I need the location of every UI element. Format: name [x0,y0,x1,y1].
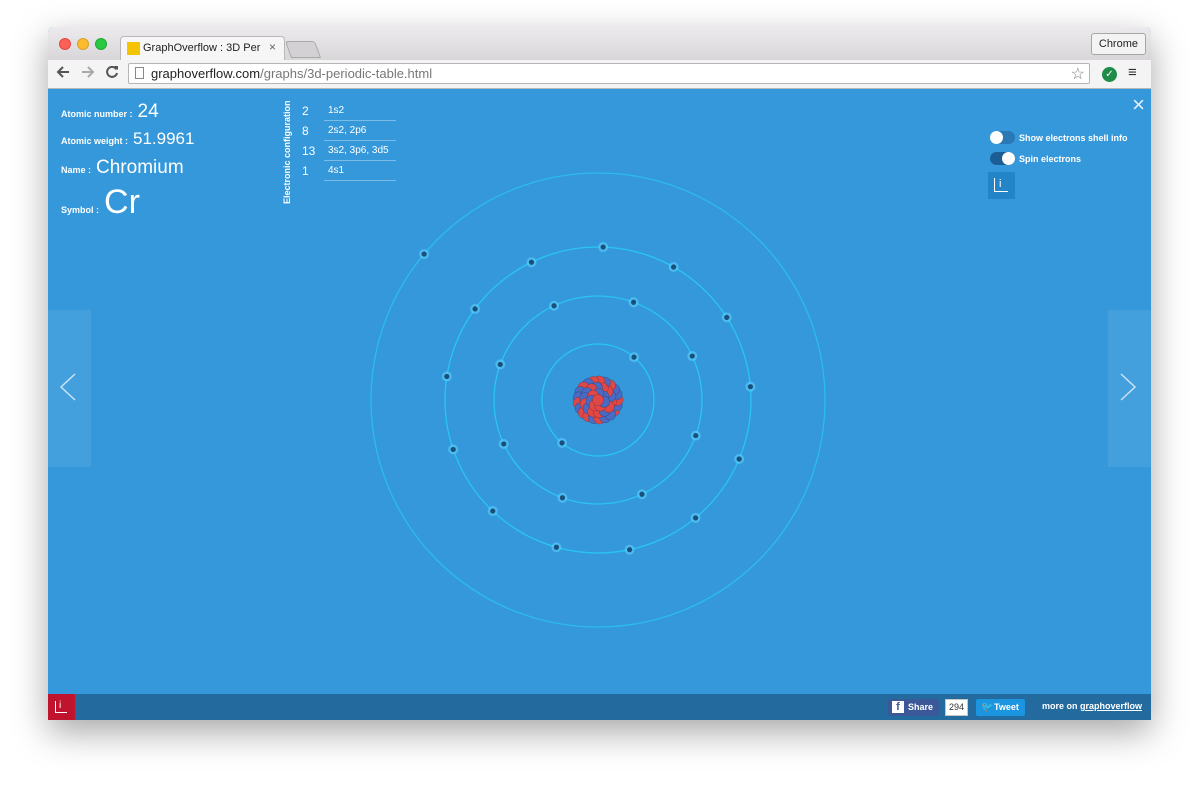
electron [721,312,732,323]
electron [487,506,498,517]
electron [549,300,560,311]
electron [687,351,698,362]
electron [628,297,639,308]
bookmark-star-icon[interactable]: ☆ [1071,64,1085,84]
electron [498,438,509,449]
url-text: graphoverflow.com/graphs/3d-periodic-tab… [151,66,433,81]
browser-tab[interactable]: GraphOverflow : 3D Periodic Table × [120,36,285,60]
page-icon [135,67,144,79]
electron [598,242,609,253]
facebook-share-button[interactable]: f Share [888,699,940,716]
footer-bar: i f Share 294 🐦 Tweet more on graphoverflo… [48,694,1151,720]
new-tab-button[interactable] [284,41,322,58]
tweet-label: Tweet [994,702,1019,712]
share-count: 294 [945,699,969,716]
tab-title: GraphOverflow : 3D Periodic Table [143,42,261,54]
favicon-icon [127,42,140,55]
electron [551,542,562,553]
electron [441,371,452,382]
electron [636,489,647,500]
electron [419,249,430,260]
electron [470,303,481,314]
twitter-bird-icon: 🐦 [981,702,994,713]
address-bar[interactable]: graphoverflow.com/graphs/3d-periodic-tab… [128,63,1090,84]
back-arrow-icon[interactable] [56,64,70,83]
electron [495,359,506,370]
browser-toolbar: graphoverflow.com/graphs/3d-periodic-tab… [48,60,1151,89]
close-window-button[interactable] [59,38,71,50]
electron [624,544,635,555]
electron [526,257,537,268]
chrome-menu-icon[interactable]: ≡ [1128,64,1137,81]
electron [745,381,756,392]
facebook-icon: f [892,701,904,713]
share-label: Share [908,702,934,712]
atom-model [370,172,826,628]
maximize-window-button[interactable] [95,38,107,50]
more-on-text: more on graphoverflow [1042,701,1143,711]
electron [557,492,568,503]
extension-check-icon[interactable]: ✓ [1102,67,1117,82]
profile-button[interactable]: Chrome [1090,33,1146,55]
tweet-button[interactable]: 🐦 Tweet [976,699,1025,716]
minimize-window-button[interactable] [77,38,89,50]
info-icon: i [59,700,62,711]
nucleus [572,375,624,425]
footer-info-button[interactable]: i [48,694,75,720]
title-bar: GraphOverflow : 3D Periodic Table × Chro… [48,27,1151,60]
electron [557,437,568,448]
electron [448,444,459,455]
electron [690,430,701,441]
electron [734,454,745,465]
reload-icon[interactable] [105,64,119,83]
forward-arrow-icon[interactable] [81,64,95,83]
graphoverflow-link[interactable]: graphoverflow [1080,701,1142,711]
electron [690,512,701,523]
tab-close-icon[interactable]: × [269,40,276,54]
nucleon [592,394,604,406]
electron [668,261,679,272]
page-content: Atomic number :24 Atomic weight :51.9961… [48,89,1151,720]
browser-window: GraphOverflow : 3D Periodic Table × Chro… [48,27,1151,720]
electron [628,352,639,363]
